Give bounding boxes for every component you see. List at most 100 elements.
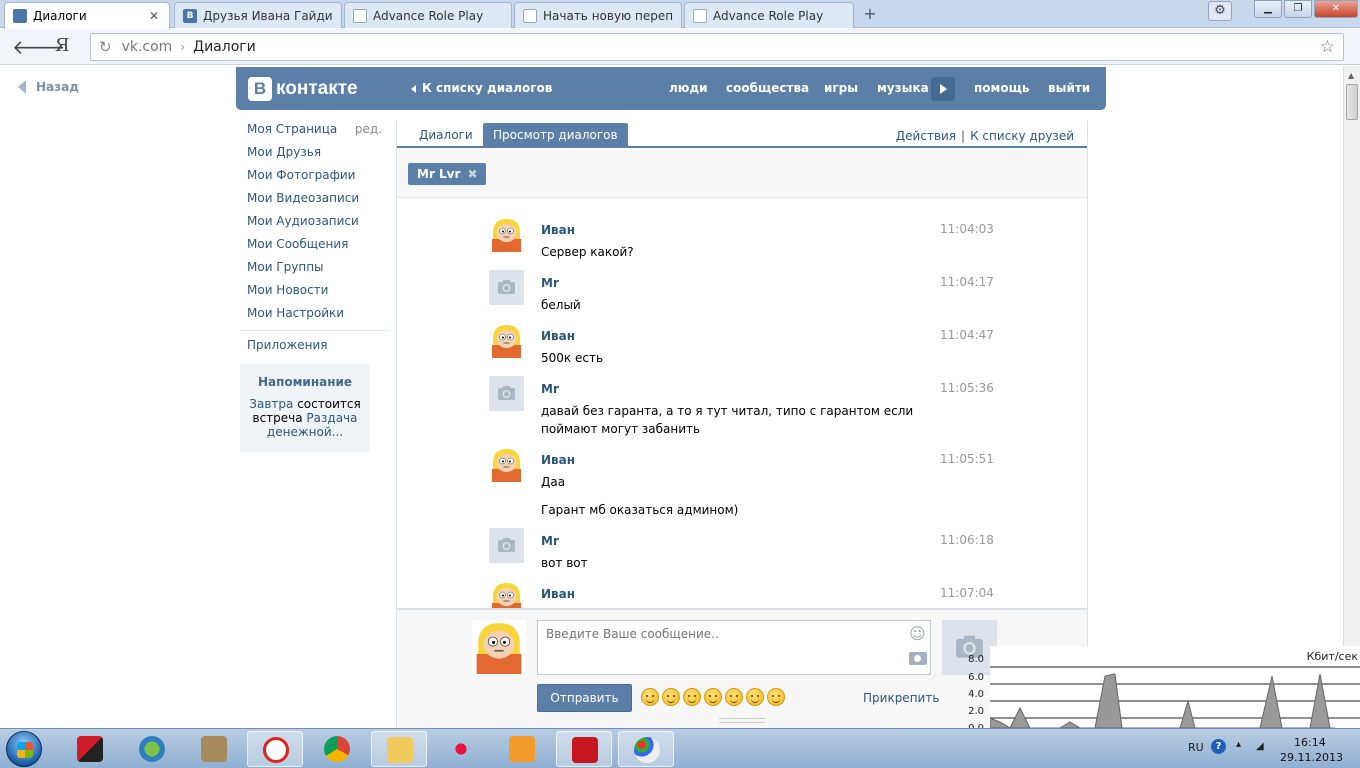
emoji-wink-icon[interactable] bbox=[767, 688, 785, 706]
vk-logo[interactable]: В контакте bbox=[248, 77, 358, 101]
close-window-button[interactable]: ✕ bbox=[1314, 0, 1358, 18]
messenger-task[interactable] bbox=[124, 731, 180, 767]
signal-icon[interactable]: ◢ bbox=[1256, 741, 1264, 752]
yandex-button[interactable]: Я bbox=[55, 35, 70, 56]
yandex-browser-task[interactable] bbox=[247, 731, 303, 767]
menu-apps[interactable]: Приложения bbox=[240, 337, 390, 360]
message-author[interactable]: Иван bbox=[541, 453, 575, 467]
app-task[interactable] bbox=[433, 731, 489, 767]
minimize-button[interactable]: ▁ bbox=[1254, 0, 1282, 18]
browser-tab-arp-1[interactable]: Advance Role Play bbox=[344, 2, 512, 28]
menu-videos[interactable]: Мои Видеозаписи bbox=[240, 190, 390, 213]
nav-games[interactable]: игры bbox=[824, 81, 858, 95]
emoji-grin-icon[interactable] bbox=[746, 688, 764, 706]
camera-icon[interactable] bbox=[909, 652, 927, 665]
menu-audio[interactable]: Мои Аудиозаписи bbox=[240, 213, 390, 236]
my-avatar[interactable] bbox=[472, 620, 526, 674]
scrollbar-thumb[interactable] bbox=[1346, 84, 1358, 120]
camera-icon[interactable] bbox=[489, 528, 524, 563]
menu-groups[interactable]: Мои Группы bbox=[240, 259, 390, 282]
user-avatar[interactable] bbox=[489, 581, 524, 608]
message-author[interactable]: Иван bbox=[541, 223, 575, 237]
nav-communities[interactable]: сообщества bbox=[726, 81, 809, 95]
clock-date[interactable]: 29.11.2013 bbox=[1280, 751, 1343, 764]
smile-icon[interactable]: ☺ bbox=[909, 624, 926, 643]
camera-icon[interactable] bbox=[489, 270, 524, 305]
address-bar[interactable]: ↻ vk.com › Диалоги ☆ bbox=[90, 33, 1344, 61]
to-dialogs-list-link[interactable]: К списку диалогов bbox=[411, 81, 552, 95]
clock-time[interactable]: 16:14 bbox=[1294, 736, 1326, 749]
message-author[interactable]: Mr bbox=[541, 382, 559, 396]
nav-music[interactable]: музыка bbox=[877, 81, 929, 95]
emoji-love-icon[interactable] bbox=[725, 688, 743, 706]
user-avatar[interactable] bbox=[489, 217, 524, 252]
message-time[interactable]: 11:05:36 bbox=[940, 381, 994, 395]
game-task[interactable] bbox=[556, 731, 612, 767]
browser-tab-arp-2[interactable]: Advance Role Play bbox=[684, 2, 854, 28]
menu-news[interactable]: Мои Новости bbox=[240, 282, 390, 305]
to-friends-list-link[interactable]: К списку друзей bbox=[970, 129, 1074, 143]
chrome-task[interactable] bbox=[309, 731, 365, 767]
start-button[interactable] bbox=[6, 731, 42, 767]
page-scrollbar[interactable]: ▲ bbox=[1343, 66, 1360, 728]
menu-messages[interactable]: Мои Сообщения bbox=[240, 236, 390, 259]
attach-link[interactable]: Прикрепить bbox=[863, 691, 939, 705]
message-row[interactable]: Mr 11:06:18 вот вот bbox=[489, 528, 999, 588]
tab-view-dialogs[interactable]: Просмотр диалогов bbox=[483, 123, 628, 148]
message-row[interactable]: Иван 11:05:51 Даа Гарант мб оказаться админ… bbox=[489, 447, 999, 517]
help-icon[interactable]: ? bbox=[1211, 739, 1226, 754]
menu-my-page[interactable]: Моя Страница ред. bbox=[240, 121, 390, 144]
nav-help[interactable]: помощь bbox=[974, 81, 1029, 95]
close-icon[interactable]: ✖ bbox=[467, 163, 477, 185]
reminder-link-tomorrow[interactable]: Завтра bbox=[249, 397, 293, 411]
maximize-button[interactable]: ❐ bbox=[1284, 0, 1312, 18]
tab-dialogs[interactable]: Диалоги bbox=[409, 123, 483, 148]
edit-link[interactable]: ред. bbox=[355, 121, 382, 137]
menu-photos[interactable]: Мои Фотографии bbox=[240, 167, 390, 190]
archive-task[interactable] bbox=[186, 731, 242, 767]
message-time[interactable]: 11:07:04 bbox=[940, 586, 994, 600]
paint-task[interactable] bbox=[618, 731, 674, 767]
media-player-task[interactable] bbox=[494, 731, 550, 767]
message-author[interactable]: Иван bbox=[541, 329, 575, 343]
close-icon[interactable]: ✕ bbox=[147, 9, 161, 23]
play-icon[interactable] bbox=[931, 77, 955, 101]
gear-icon[interactable]: ⚙ bbox=[1208, 1, 1232, 21]
message-author[interactable]: Mr bbox=[541, 534, 559, 548]
explorer-task[interactable] bbox=[371, 731, 427, 767]
message-time[interactable]: 11:05:51 bbox=[940, 452, 994, 466]
scroll-up-icon[interactable]: ▲ bbox=[1348, 71, 1354, 80]
menu-friends[interactable]: Мои Друзья bbox=[240, 144, 390, 167]
reload-icon[interactable]: ↻ bbox=[99, 38, 112, 56]
message-row[interactable]: Mr 11:04:17 белый bbox=[489, 270, 999, 330]
nav-people[interactable]: люди bbox=[669, 81, 708, 95]
peer-chip[interactable]: Mr Lvr ✖ bbox=[408, 163, 486, 185]
user-avatar[interactable] bbox=[489, 323, 524, 358]
tray-language[interactable]: RU bbox=[1188, 741, 1204, 754]
message-author[interactable]: Mr bbox=[541, 276, 559, 290]
emoji-kiss-icon[interactable] bbox=[662, 688, 680, 706]
message-time[interactable]: 11:04:47 bbox=[940, 328, 994, 342]
message-row[interactable]: Mr 11:05:36 давай без гаранта, а то я тут … bbox=[489, 376, 999, 436]
user-avatar[interactable] bbox=[489, 447, 524, 482]
camera-icon[interactable] bbox=[489, 376, 524, 411]
message-input[interactable] bbox=[537, 620, 931, 675]
emoji-laugh-icon[interactable] bbox=[704, 688, 722, 706]
message-time[interactable]: 11:04:03 bbox=[940, 222, 994, 236]
actions-link[interactable]: Действия bbox=[896, 129, 956, 143]
browser-tab-friends[interactable]: B Друзья Ивана Гайдин bbox=[174, 2, 342, 28]
message-row[interactable]: Иван 11:04:03 Сервер какой? bbox=[489, 217, 999, 277]
message-time[interactable]: 11:04:17 bbox=[940, 275, 994, 289]
emoji-sad-icon[interactable] bbox=[683, 688, 701, 706]
message-author[interactable]: Иван bbox=[541, 587, 575, 601]
message-row[interactable]: Иван 11:04:47 500к есть bbox=[489, 323, 999, 383]
kaspersky-task[interactable] bbox=[62, 731, 118, 767]
message-row[interactable]: Иван 11:07:04 bbox=[489, 581, 999, 608]
send-button[interactable]: Отправить bbox=[537, 684, 632, 712]
menu-settings[interactable]: Мои Настройки bbox=[240, 305, 390, 328]
message-time[interactable]: 11:06:18 bbox=[940, 533, 994, 547]
back-link[interactable]: Назад bbox=[18, 80, 79, 94]
resize-grip[interactable] bbox=[719, 718, 765, 723]
nav-logout[interactable]: выйти bbox=[1048, 81, 1090, 95]
message-history[interactable]: Иван 11:04:03 Сервер какой? Mr 11:04:17 белый… bbox=[397, 199, 1087, 608]
